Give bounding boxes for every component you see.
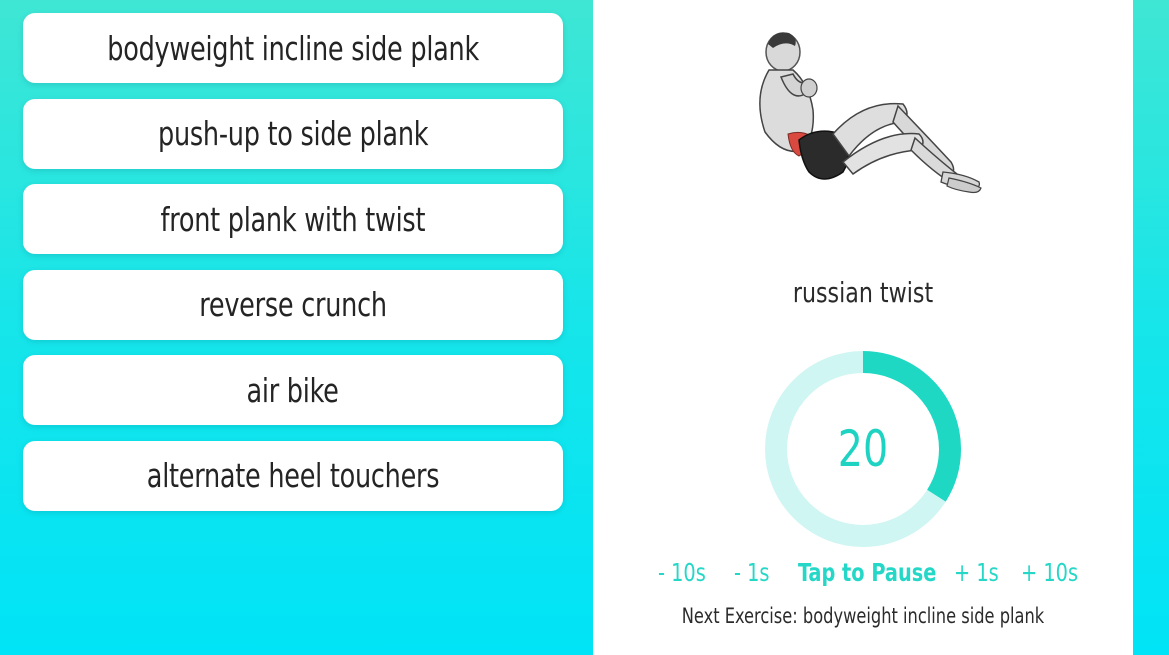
- next-exercise-label: Next Exercise: bodyweight incline side p…: [681, 604, 1045, 628]
- exercise-item-label: push-up to side plank: [157, 114, 429, 153]
- minus-10s-button[interactable]: - 10s: [658, 558, 706, 587]
- workout-panel: russian twist 20 - 10s - 1s Tap to Pause…: [593, 0, 1133, 655]
- timer-value: 20: [837, 420, 889, 478]
- exercise-item-bodyweight-incline-side-plank[interactable]: bodyweight incline side plank: [23, 13, 563, 83]
- exercise-item-label: air bike: [246, 370, 340, 410]
- exercise-illustration-svg: [759, 32, 982, 194]
- russian-twist-figure-icon: [743, 22, 993, 202]
- current-exercise-name: russian twist: [792, 276, 934, 309]
- exercise-item-label: alternate heel touchers: [146, 456, 440, 495]
- exercise-item-push-up-to-side-plank[interactable]: push-up to side plank: [23, 98, 563, 169]
- exercise-item-air-bike[interactable]: air bike: [23, 355, 563, 425]
- exercise-item-label: bodyweight incline side plank: [107, 28, 479, 68]
- exercise-list: bodyweight incline side plank push-up to…: [23, 13, 563, 526]
- minus-1s-button[interactable]: - 1s: [734, 558, 770, 587]
- plus-10s-button[interactable]: + 10s: [1021, 558, 1078, 587]
- exercise-item-reverse-crunch[interactable]: reverse crunch: [23, 269, 563, 340]
- countdown-timer[interactable]: 20: [764, 350, 962, 548]
- figure-hands: [800, 78, 818, 98]
- plus-1s-button[interactable]: + 1s: [954, 558, 999, 587]
- exercise-item-front-plank-with-twist[interactable]: front plank with twist: [23, 184, 563, 254]
- exercise-item-alternate-heel-touchers[interactable]: alternate heel touchers: [23, 440, 563, 511]
- tap-to-pause-button[interactable]: Tap to Pause: [798, 558, 936, 587]
- exercise-item-label: reverse crunch: [199, 285, 387, 324]
- exercise-item-label: front plank with twist: [160, 199, 426, 239]
- timer-controls: - 10s - 1s Tap to Pause + 1s + 10s: [593, 558, 1133, 590]
